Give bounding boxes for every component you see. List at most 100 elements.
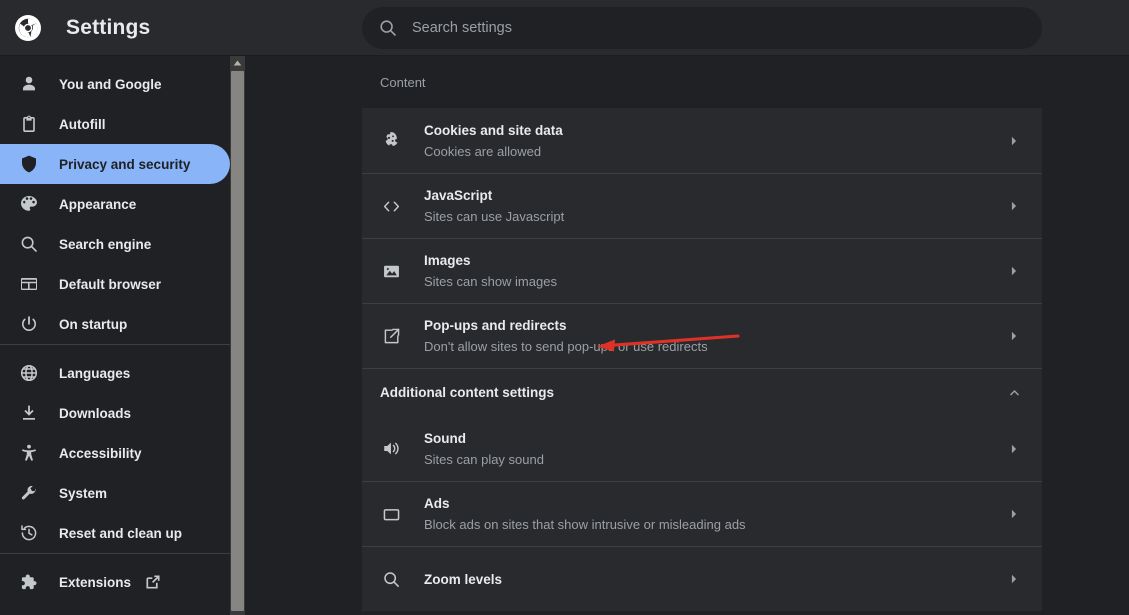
clipboard-icon bbox=[19, 114, 39, 134]
wrench-icon bbox=[19, 483, 39, 503]
row-title: Cookies and site data bbox=[424, 122, 563, 138]
row-text: Ads Block ads on sites that show intrusi… bbox=[424, 494, 1004, 534]
cookie-icon bbox=[380, 130, 402, 152]
sidebar-item-label: Appearance bbox=[59, 196, 137, 212]
ad-rectangle-icon bbox=[380, 503, 402, 525]
row-text: JavaScript Sites can use Javascript bbox=[424, 186, 1004, 226]
sidebar-item-label: Privacy and security bbox=[59, 156, 191, 172]
scrollbar-thumb[interactable] bbox=[231, 71, 244, 611]
row-text: Images Sites can show images bbox=[424, 251, 1004, 291]
sidebar-item-label: Languages bbox=[59, 365, 131, 381]
sidebar-group-advanced: Languages Downloads Accessibility System bbox=[0, 344, 230, 553]
magnifier-icon bbox=[19, 234, 39, 254]
chevron-right-icon bbox=[1004, 261, 1024, 281]
history-restore-icon bbox=[19, 523, 39, 543]
chevron-up-icon bbox=[1004, 383, 1024, 403]
shield-icon bbox=[19, 154, 39, 174]
sidebar-item-label: System bbox=[59, 485, 108, 501]
row-subtitle: Sites can use Javascript bbox=[424, 209, 565, 224]
additional-content-settings-expander[interactable]: Additional content settings bbox=[362, 368, 1042, 416]
page-title: Settings bbox=[66, 15, 151, 39]
row-javascript[interactable]: JavaScript Sites can use Javascript bbox=[362, 173, 1042, 238]
magnifier-icon bbox=[380, 568, 402, 590]
row-subtitle: Sites can show images bbox=[424, 274, 557, 289]
sidebar-item-default-browser[interactable]: Default browser bbox=[0, 264, 230, 304]
row-cookies-and-site-data[interactable]: Cookies and site data Cookies are allowe… bbox=[362, 108, 1042, 173]
sidebar-item-reset-and-clean-up[interactable]: Reset and clean up bbox=[0, 513, 230, 553]
speaker-icon bbox=[380, 438, 402, 460]
sidebar-item-autofill[interactable]: Autofill bbox=[0, 104, 230, 144]
sidebar-item-languages[interactable]: Languages bbox=[0, 353, 230, 393]
scroll-up-arrow-icon[interactable] bbox=[230, 56, 245, 70]
row-ads[interactable]: Ads Block ads on sites that show intrusi… bbox=[362, 481, 1042, 546]
row-pop-ups-and-redirects[interactable]: Pop-ups and redirects Don't allow sites … bbox=[362, 303, 1042, 368]
sidebar-item-appearance[interactable]: Appearance bbox=[0, 184, 230, 224]
sidebar-item-system[interactable]: System bbox=[0, 473, 230, 513]
code-brackets-icon bbox=[380, 195, 402, 217]
sidebar-item-label: On startup bbox=[59, 316, 128, 332]
sidebar-item-label: Downloads bbox=[59, 405, 132, 421]
sidebar-item-extensions[interactable]: Extensions bbox=[0, 562, 230, 602]
row-images[interactable]: Images Sites can show images bbox=[362, 238, 1042, 303]
image-icon bbox=[380, 260, 402, 282]
sidebar-group-extensions: Extensions bbox=[0, 553, 230, 602]
chevron-right-icon bbox=[1004, 196, 1024, 216]
sidebar-item-label: Accessibility bbox=[59, 445, 142, 461]
sidebar-item-label: You and Google bbox=[59, 76, 162, 92]
row-subtitle: Sites can play sound bbox=[424, 451, 544, 467]
chevron-right-icon bbox=[1004, 326, 1024, 346]
person-icon bbox=[19, 74, 39, 94]
row-text: Cookies and site data Cookies are allowe… bbox=[424, 121, 1004, 161]
row-subtitle: Don't allow sites to send pop-ups or use… bbox=[424, 339, 708, 354]
sidebar-item-privacy-and-security[interactable]: Privacy and security bbox=[0, 144, 230, 184]
download-icon bbox=[19, 403, 39, 423]
search-settings-bar[interactable] bbox=[362, 7, 1042, 49]
globe-icon bbox=[19, 363, 39, 383]
chevron-right-icon bbox=[1004, 504, 1024, 524]
app-header: Settings bbox=[0, 0, 1129, 56]
row-title: JavaScript bbox=[424, 188, 493, 203]
sidebar-item-label: Default browser bbox=[59, 276, 162, 292]
chevron-right-icon bbox=[1004, 439, 1024, 459]
sidebar-group-primary: You and Google Autofill Privacy and secu… bbox=[0, 56, 230, 344]
settings-content: Content Cookies and site data Cookies ar… bbox=[245, 56, 1129, 615]
power-icon bbox=[19, 314, 39, 334]
content-section-label: Content bbox=[380, 74, 426, 90]
chevron-right-icon bbox=[1004, 569, 1024, 589]
sidebar-item-label: Autofill bbox=[59, 116, 106, 132]
content-settings-group: Cookies and site data Cookies are allowe… bbox=[362, 108, 1042, 611]
chevron-right-icon bbox=[1004, 131, 1024, 151]
palette-icon bbox=[19, 194, 39, 214]
search-input[interactable] bbox=[412, 20, 1026, 36]
row-sound[interactable]: Sound Sites can play sound bbox=[362, 416, 1042, 481]
row-title: Sound bbox=[424, 430, 466, 446]
row-text: Pop-ups and redirects Don't allow sites … bbox=[424, 316, 1004, 356]
sidebar-item-on-startup[interactable]: On startup bbox=[0, 304, 230, 344]
accessibility-icon bbox=[19, 443, 39, 463]
row-title: Ads bbox=[424, 496, 450, 511]
sidebar-item-label: Extensions bbox=[59, 574, 132, 590]
sidebar-item-downloads[interactable]: Downloads bbox=[0, 393, 230, 433]
row-subtitle: Block ads on sites that show intrusive o… bbox=[424, 517, 746, 532]
sidebar-item-label: Reset and clean up bbox=[59, 525, 183, 541]
browser-window-icon bbox=[19, 274, 39, 294]
sidebar-item-you-and-google[interactable]: You and Google bbox=[0, 64, 230, 104]
sidebar-item-search-engine[interactable]: Search engine bbox=[0, 224, 230, 264]
search-icon bbox=[378, 18, 398, 38]
row-text: Sound Sites can play sound bbox=[424, 429, 1004, 469]
row-title: Images bbox=[424, 253, 471, 268]
expander-label: Additional content settings bbox=[380, 385, 554, 400]
sidebar-nav: You and Google Autofill Privacy and secu… bbox=[0, 56, 230, 615]
sidebar-item-label: Search engine bbox=[59, 236, 152, 252]
row-title: Zoom levels bbox=[424, 571, 503, 587]
chrome-logo-icon bbox=[12, 12, 44, 44]
row-text: Zoom levels bbox=[424, 570, 1004, 589]
puzzle-icon bbox=[19, 572, 39, 592]
row-zoom-levels[interactable]: Zoom levels bbox=[362, 546, 1042, 611]
content-card: Content Cookies and site data Cookies ar… bbox=[362, 56, 1042, 611]
sidebar-item-accessibility[interactable]: Accessibility bbox=[0, 433, 230, 473]
external-link-icon bbox=[145, 574, 161, 590]
settings-scrollbar[interactable] bbox=[230, 56, 245, 615]
row-subtitle: Cookies are allowed bbox=[424, 143, 542, 159]
row-title: Pop-ups and redirects bbox=[424, 318, 567, 333]
